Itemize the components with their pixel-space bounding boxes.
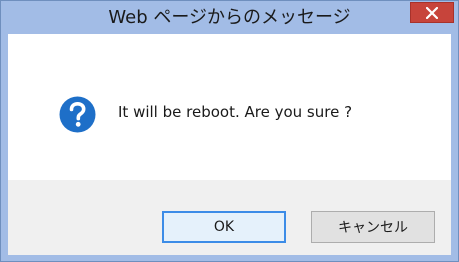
- question-icon: [59, 96, 96, 133]
- cancel-button[interactable]: キャンセル: [311, 211, 435, 243]
- dialog-message: It will be reboot. Are you sure ?: [118, 103, 353, 121]
- ok-button[interactable]: OK: [162, 211, 286, 243]
- dialog-body: It will be reboot. Are you sure ? OK キャン…: [8, 34, 451, 255]
- title-bar[interactable]: Web ページからのメッセージ: [1, 1, 458, 34]
- button-bar: OK キャンセル: [8, 180, 451, 255]
- close-button[interactable]: [410, 2, 454, 23]
- close-icon: [426, 6, 438, 19]
- dialog-window: Web ページからのメッセージ It will be reboot. Are y…: [0, 0, 459, 262]
- window-title: Web ページからのメッセージ: [108, 7, 351, 28]
- message-area: It will be reboot. Are you sure ?: [8, 34, 451, 180]
